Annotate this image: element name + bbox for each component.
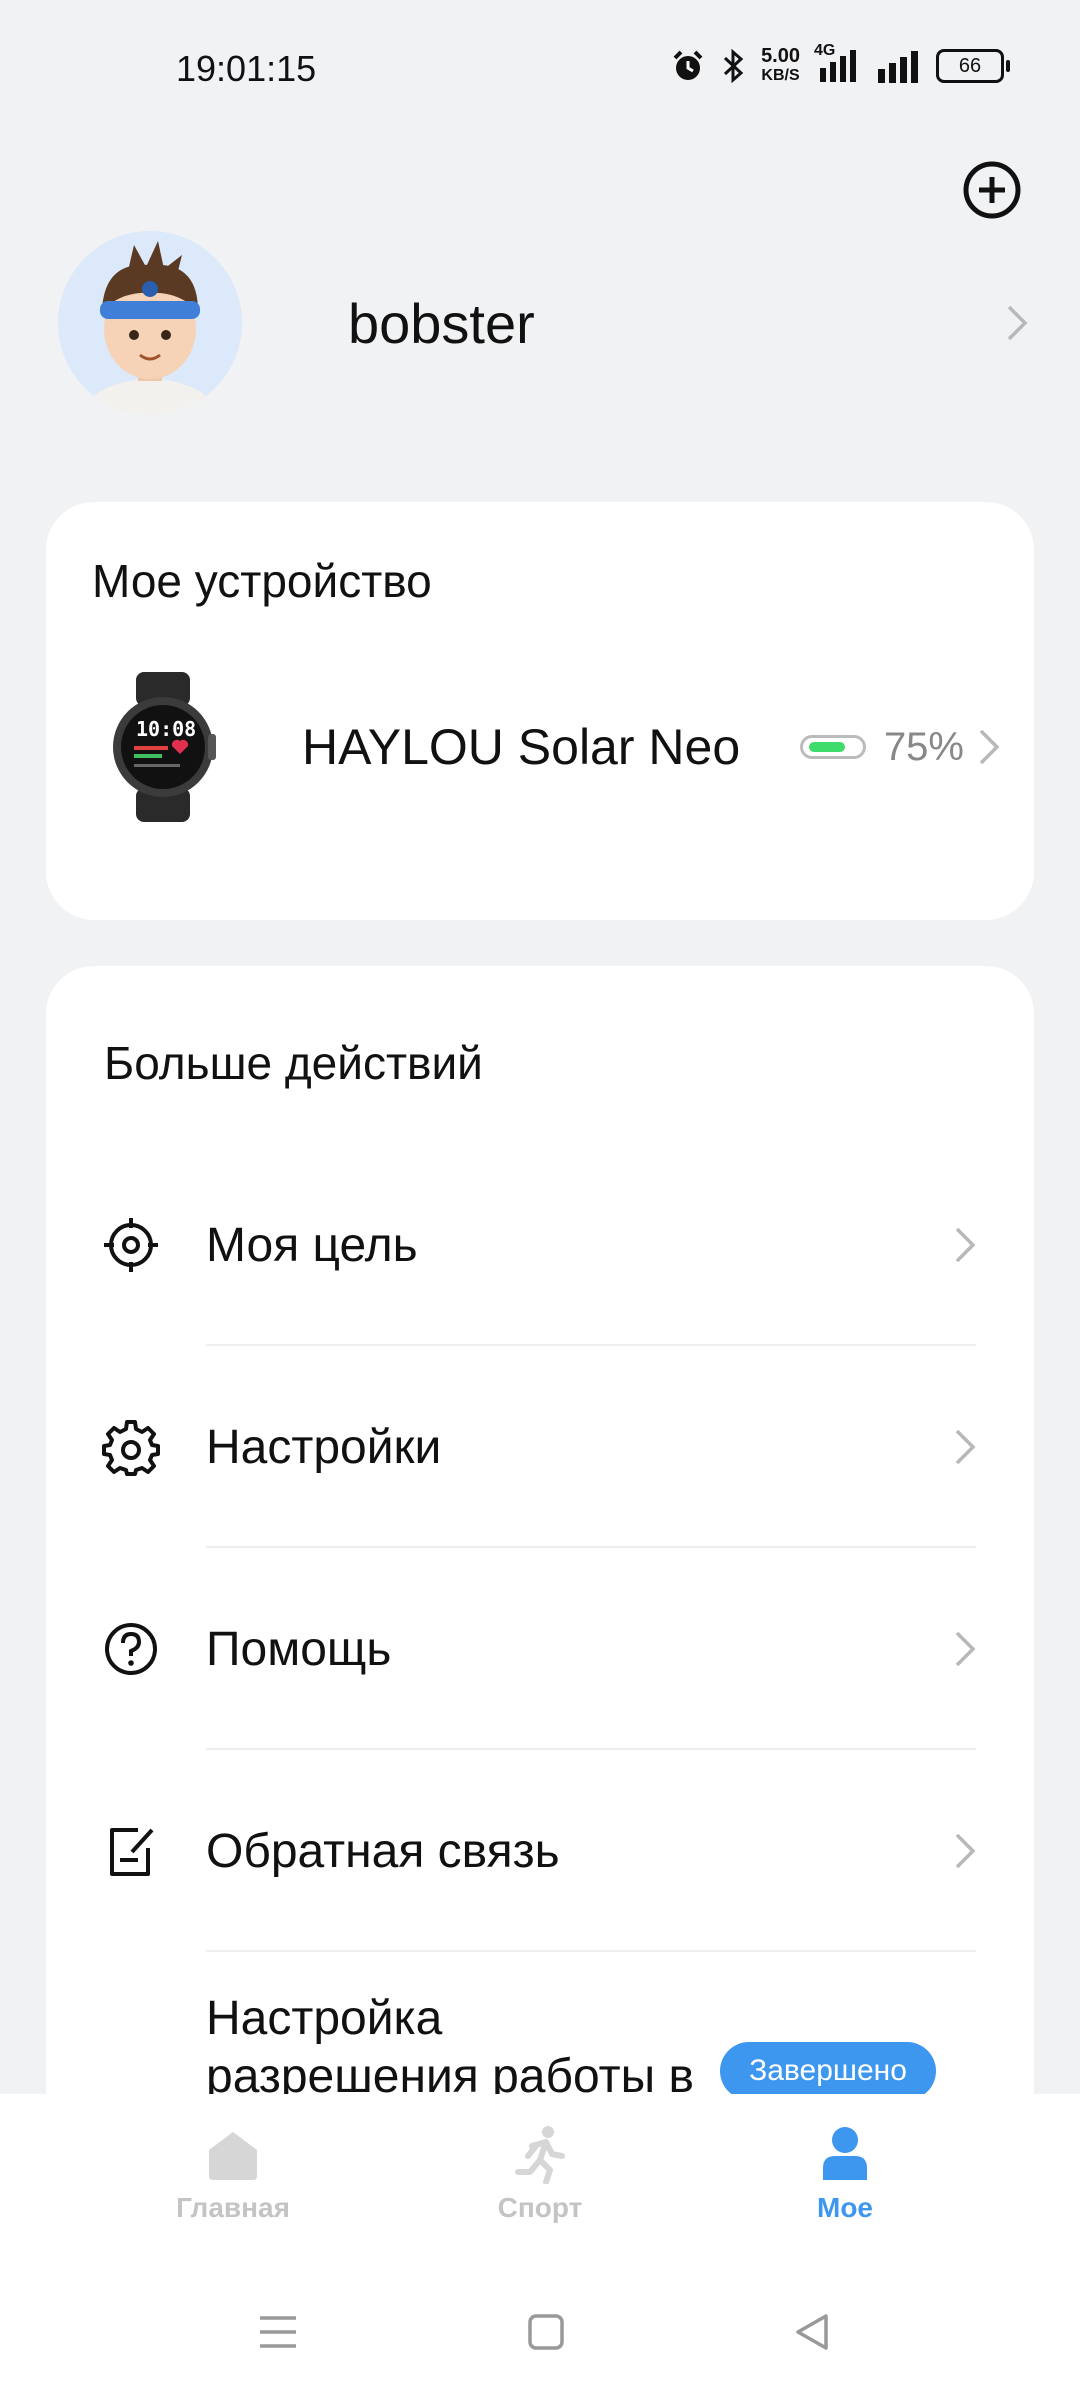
chevron-right-icon bbox=[955, 1833, 976, 1869]
help-icon bbox=[105, 1623, 157, 1675]
add-circle-icon[interactable] bbox=[962, 160, 1022, 220]
more-actions-title: Больше действий bbox=[104, 1037, 483, 1089]
profile-row[interactable]: bobster bbox=[58, 230, 1028, 416]
device-battery-percent: 75% bbox=[883, 724, 964, 769]
target-icon bbox=[104, 1218, 158, 1272]
signal-icon bbox=[878, 51, 918, 83]
home-icon bbox=[209, 2132, 257, 2180]
avatar bbox=[58, 231, 242, 415]
person-icon bbox=[823, 2127, 867, 2180]
running-icon bbox=[515, 2126, 565, 2184]
gear-icon bbox=[102, 1420, 160, 1476]
battery-icon: 66 bbox=[936, 49, 1010, 83]
actions-list: Моя цель Настройки Помощь Обратная связь… bbox=[46, 1144, 1034, 2193]
status-icons: 5.00 KB/S 4G 66 bbox=[671, 42, 1010, 86]
tab-label: Главная bbox=[176, 2192, 290, 2223]
status-time: 19:01:15 bbox=[176, 48, 317, 89]
status-badge: Завершено bbox=[720, 2042, 936, 2100]
tab-label: Спорт bbox=[497, 2192, 583, 2223]
net-speed: 5.00 KB/S bbox=[761, 45, 800, 84]
bluetooth-icon bbox=[724, 48, 744, 84]
chevron-right-icon bbox=[979, 729, 1000, 765]
feedback-icon bbox=[110, 1828, 154, 1876]
menu-item-label: Обратная связь bbox=[206, 1824, 560, 1878]
menu-item-label: Помощь bbox=[206, 1622, 392, 1676]
home-square-icon[interactable] bbox=[526, 2312, 566, 2357]
device-battery-icon bbox=[799, 735, 866, 759]
menu-item-label: Моя цель bbox=[206, 1218, 418, 1272]
menu-icon[interactable] bbox=[258, 2312, 298, 2357]
alarm-icon bbox=[673, 50, 703, 80]
tab-sport[interactable]: Спорт bbox=[440, 2124, 640, 2224]
device-card: Мое устройство 10:08 HAYLOU Solar Neo 75… bbox=[46, 502, 1034, 920]
chevron-right-icon bbox=[955, 1429, 976, 1465]
tab-bar: Главная Спорт Мое bbox=[0, 2094, 1080, 2264]
menu-item-settings[interactable]: Настройки bbox=[46, 1346, 1034, 1548]
svg-text:10:08: 10:08 bbox=[136, 717, 196, 741]
chevron-right-icon bbox=[955, 1631, 976, 1667]
signal-4g-icon: 4G bbox=[814, 42, 862, 84]
chevron-right-icon bbox=[955, 1227, 976, 1263]
watch-image: 10:08 bbox=[113, 672, 216, 822]
device-name: HAYLOU Solar Neo bbox=[302, 719, 741, 775]
back-icon[interactable] bbox=[792, 2312, 832, 2357]
menu-item-label: Настройки bbox=[206, 1420, 442, 1474]
more-actions-card: Больше действий Моя цель Настройки Помощ… bbox=[46, 966, 1034, 2193]
menu-item-feedback[interactable]: Обратная связь bbox=[46, 1750, 1034, 1952]
device-battery-fill bbox=[808, 742, 845, 752]
tab-mine[interactable]: Мое bbox=[745, 2124, 945, 2224]
chevron-right-icon bbox=[1007, 305, 1028, 341]
username: bobster bbox=[348, 291, 535, 355]
device-row[interactable]: 10:08 HAYLOU Solar Neo 75% bbox=[108, 662, 1038, 832]
status-bar: 19:01:15 5.00 KB/S 4G 66 bbox=[0, 0, 1080, 140]
tab-home[interactable]: Главная bbox=[133, 2124, 333, 2224]
bottom-navigation: Главная Спорт Мое bbox=[0, 2094, 1080, 2400]
tab-label: Мое bbox=[817, 2192, 873, 2223]
device-card-title: Мое устройство bbox=[92, 555, 432, 607]
system-navigation-bar bbox=[0, 2312, 1080, 2382]
menu-item-help[interactable]: Помощь bbox=[46, 1548, 1034, 1750]
menu-item-goal[interactable]: Моя цель bbox=[46, 1144, 1034, 1346]
